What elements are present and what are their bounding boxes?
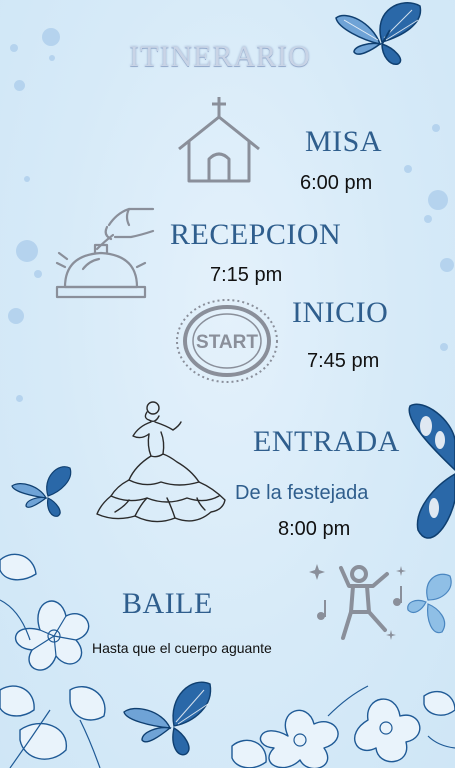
decor-dot: [8, 308, 24, 324]
event-label-entrada: ENTRADA: [253, 425, 400, 458]
butterfly-icon: [407, 573, 452, 634]
decor-dot: [404, 165, 412, 173]
invitation-card: ITINERARIO MISA 6:00 pm RECEPCION 7:15 p…: [0, 0, 455, 768]
event-label-misa: MISA: [305, 125, 383, 158]
decor-dot: [432, 124, 440, 132]
butterfly-icon: [123, 681, 212, 756]
butterfly-icon: [11, 466, 72, 517]
decor-dot: [428, 190, 448, 210]
dancer-dress-icon: [96, 401, 226, 523]
event-time-inicio: 7:45 pm: [307, 350, 380, 372]
event-note-baile: Hasta que el cuerpo aguante: [92, 640, 272, 656]
start-stamp-text: START: [196, 332, 258, 353]
event-time-misa: 6:00 pm: [300, 172, 373, 194]
decor-dot: [34, 270, 42, 278]
event-label-recepcion: RECEPCION: [170, 218, 342, 251]
flower-icon: [0, 553, 106, 768]
start-stamp-icon: START: [176, 299, 278, 383]
butterfly-icon: [335, 2, 422, 65]
event-subtitle-entrada: De la festejada: [235, 482, 369, 504]
event-time-recepcion: 7:15 pm: [210, 264, 283, 286]
decor-dot: [14, 80, 25, 91]
decor-dot: [24, 176, 30, 182]
butterfly-icon: [408, 403, 455, 539]
event-label-inicio: INICIO: [292, 296, 389, 329]
decor-dot: [440, 343, 448, 351]
event-label-baile: BAILE: [122, 587, 213, 620]
decor-dot: [16, 395, 23, 402]
church-icon: [178, 97, 260, 183]
service-bell-icon: [55, 207, 155, 299]
event-time-entrada: 8:00 pm: [278, 518, 351, 540]
decor-dot: [440, 258, 454, 272]
decor-dot: [424, 215, 432, 223]
dancing-person-icon: [309, 564, 406, 640]
decor-dot: [16, 240, 38, 262]
flower-icon: [231, 685, 455, 768]
